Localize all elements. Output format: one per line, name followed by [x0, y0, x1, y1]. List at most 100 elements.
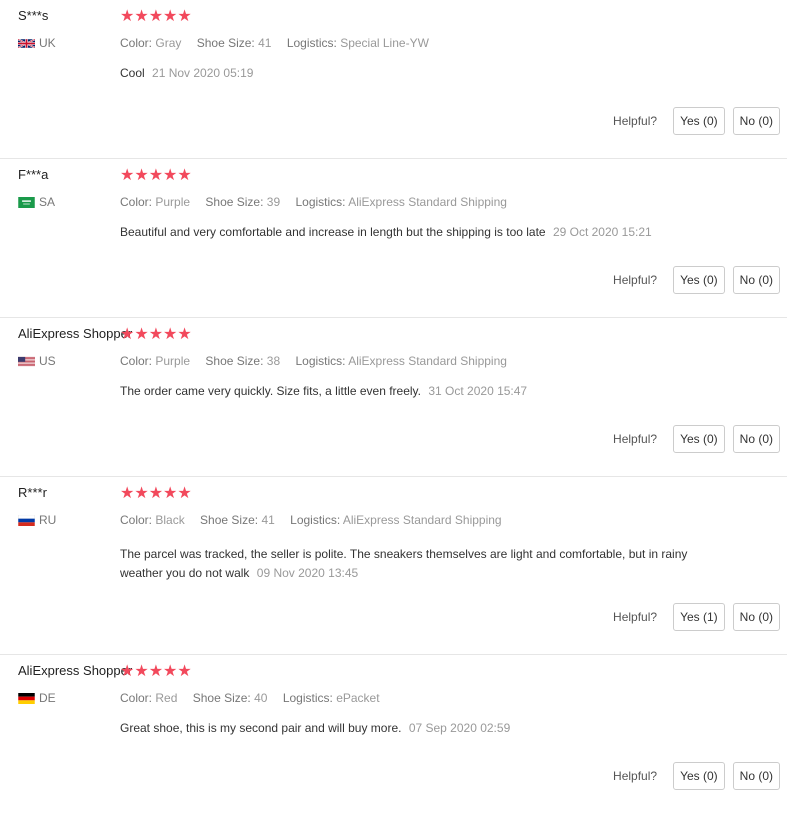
logistics-value: AliExpress Standard Shipping	[348, 195, 507, 209]
shoe-size-label: Shoe Size:	[200, 513, 259, 527]
helpful-label: Helpful?	[613, 432, 658, 446]
review-date: 29 Oct 2020 15:21	[552, 225, 652, 239]
helpful-controls: Helpful? Yes (0) No (0)	[613, 425, 780, 453]
star-rating: ★★★★★	[120, 663, 192, 680]
reviewer-name: AliExpress Shopper	[18, 326, 133, 341]
helpful-controls: Helpful? Yes (0) No (0)	[613, 266, 780, 294]
helpful-controls: Helpful? Yes (0) No (0)	[613, 107, 780, 135]
shoe-size-label: Shoe Size:	[205, 195, 264, 209]
color-value: Red	[155, 691, 178, 705]
helpful-no-button[interactable]: No (0)	[732, 425, 780, 453]
helpful-label: Helpful?	[613, 610, 658, 624]
color-label: Color:	[120, 354, 153, 368]
review-attributes: Color: Black Shoe Size: 41 Logistics: Al…	[120, 513, 514, 527]
reviewer-name: F***a	[18, 167, 49, 182]
review-text-block: The order came very quickly. Size fits, …	[120, 382, 710, 401]
review-date: 21 Nov 2020 05:19	[152, 66, 254, 80]
logistics-value: AliExpress Standard Shipping	[348, 354, 507, 368]
logistics-label: Logistics:	[286, 36, 337, 50]
shoe-size-value: 40	[254, 691, 268, 705]
helpful-yes-button[interactable]: Yes (0)	[673, 266, 725, 294]
us-flag-icon	[18, 356, 35, 367]
helpful-yes-button[interactable]: Yes (0)	[673, 425, 725, 453]
helpful-yes-button[interactable]: Yes (0)	[673, 762, 725, 790]
review-text: Great shoe, this is my second pair and w…	[120, 721, 402, 735]
review-text-block: The parcel was tracked, the seller is po…	[120, 545, 710, 583]
helpful-no-button[interactable]: No (0)	[732, 107, 780, 135]
color-value: Purple	[155, 354, 191, 368]
color-value: Black	[155, 513, 185, 527]
star-rating: ★★★★★	[120, 326, 192, 343]
country-code: US	[39, 354, 56, 368]
star-rating: ★★★★★	[120, 167, 192, 184]
reviewer-country: US	[18, 354, 56, 368]
helpful-no-button[interactable]: No (0)	[732, 762, 780, 790]
de-flag-icon	[18, 692, 35, 704]
helpful-yes-button[interactable]: Yes (0)	[673, 107, 725, 135]
review-date: 07 Sep 2020 02:59	[408, 721, 511, 735]
helpful-yes-button[interactable]: Yes (1)	[673, 603, 725, 631]
review-item: AliExpress Shopper US ★★★★★ Color: Purpl…	[0, 318, 800, 477]
review-text: Cool	[120, 66, 145, 80]
shoe-size-value: 41	[261, 513, 275, 527]
review-date: 31 Oct 2020 15:47	[428, 384, 528, 398]
review-attributes: Color: Purple Shoe Size: 39 Logistics: A…	[120, 195, 519, 209]
helpful-label: Helpful?	[613, 769, 658, 783]
review-text: The order came very quickly. Size fits, …	[120, 384, 422, 398]
review-attributes: Color: Purple Shoe Size: 38 Logistics: A…	[120, 354, 519, 368]
reviewer-country: UK	[18, 36, 56, 50]
shoe-size-label: Shoe Size:	[205, 354, 264, 368]
reviewer-country: RU	[18, 513, 56, 527]
helpful-no-button[interactable]: No (0)	[732, 266, 780, 294]
review-text: The parcel was tracked, the seller is po…	[120, 547, 688, 580]
helpful-no-button[interactable]: No (0)	[732, 603, 780, 631]
review-text-block: Beautiful and very comfortable and incre…	[120, 223, 710, 242]
review-date: 09 Nov 2020 13:45	[256, 566, 359, 580]
reviewer-name: R***r	[18, 485, 47, 500]
country-code: DE	[39, 691, 56, 705]
logistics-value: Special Line-YW	[340, 36, 429, 50]
star-rating: ★★★★★	[120, 485, 192, 502]
uk-flag-icon	[18, 37, 35, 49]
shoe-size-label: Shoe Size:	[196, 36, 255, 50]
reviewer-country: SA	[18, 195, 55, 209]
reviewer-name: S***s	[18, 8, 49, 23]
country-code: SA	[39, 195, 56, 209]
logistics-value: ePacket	[336, 691, 380, 705]
review-item: S***s UK ★★★★★ Color: Gray Shoe Size: 41…	[0, 0, 800, 159]
logistics-label: Logistics:	[282, 691, 333, 705]
sa-flag-icon	[18, 196, 35, 208]
helpful-controls: Helpful? Yes (0) No (0)	[613, 762, 780, 790]
review-text-block: Great shoe, this is my second pair and w…	[120, 719, 710, 738]
review-attributes: Color: Red Shoe Size: 40 Logistics: ePac…	[120, 691, 392, 705]
color-label: Color:	[120, 513, 153, 527]
color-label: Color:	[120, 691, 153, 705]
helpful-label: Helpful?	[613, 114, 658, 128]
shoe-size-label: Shoe Size:	[192, 691, 251, 705]
color-label: Color:	[120, 36, 153, 50]
logistics-label: Logistics:	[295, 354, 346, 368]
color-value: Purple	[155, 195, 191, 209]
logistics-label: Logistics:	[290, 513, 341, 527]
review-list: S***s UK ★★★★★ Color: Gray Shoe Size: 41…	[0, 0, 800, 814]
review-text-block: Cool 21 Nov 2020 05:19	[120, 64, 710, 83]
review-item: R***r RU ★★★★★ Color: Black Shoe Size: 4…	[0, 477, 800, 655]
review-item: AliExpress Shopper DE ★★★★★ Color: Red S…	[0, 655, 800, 814]
color-label: Color:	[120, 195, 153, 209]
review-item: F***a SA ★★★★★ Color: Purple Shoe Size: …	[0, 159, 800, 318]
ru-flag-icon	[18, 514, 35, 526]
helpful-label: Helpful?	[613, 273, 658, 287]
review-text: Beautiful and very comfortable and incre…	[120, 225, 546, 239]
logistics-label: Logistics:	[295, 195, 346, 209]
shoe-size-value: 39	[266, 195, 281, 209]
helpful-controls: Helpful? Yes (1) No (0)	[613, 603, 780, 631]
country-code: RU	[39, 513, 57, 527]
review-attributes: Color: Gray Shoe Size: 41 Logistics: Spe…	[120, 36, 441, 50]
reviewer-name: AliExpress Shopper	[18, 663, 133, 678]
reviewer-country: DE	[18, 691, 56, 705]
logistics-value: AliExpress Standard Shipping	[342, 513, 502, 527]
country-code: UK	[39, 36, 56, 50]
star-rating: ★★★★★	[120, 8, 192, 25]
color-value: Gray	[155, 36, 182, 50]
shoe-size-value: 41	[258, 36, 272, 50]
